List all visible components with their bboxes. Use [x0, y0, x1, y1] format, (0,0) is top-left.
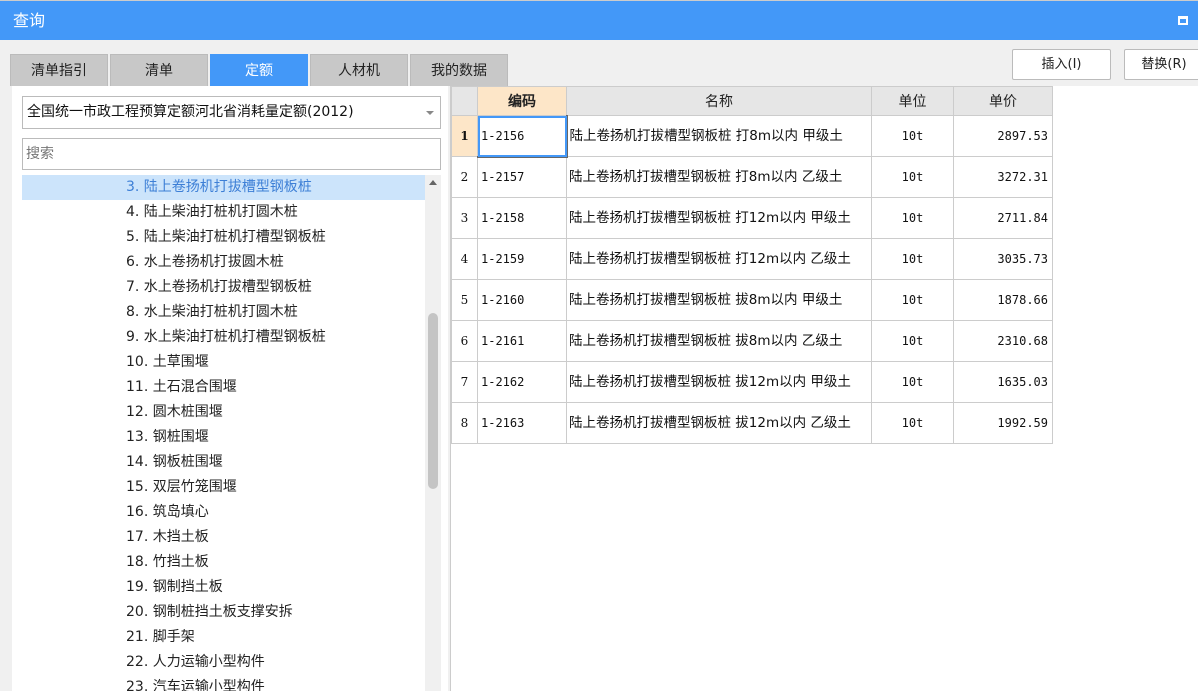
tab-2[interactable]: 定额: [210, 54, 308, 86]
tree-item[interactable]: 10. 土草围堰: [22, 350, 425, 375]
code-cell[interactable]: 1-2162: [477, 361, 567, 403]
unit-cell[interactable]: 10t: [871, 115, 954, 157]
row-number[interactable]: 4: [451, 238, 478, 280]
quota-library-value: 全国统一市政工程预算定额河北省消耗量定额(2012): [27, 104, 354, 120]
unit-cell[interactable]: 10t: [871, 238, 954, 280]
unit-cell[interactable]: 10t: [871, 279, 954, 321]
row-number[interactable]: 5: [451, 279, 478, 321]
table-row[interactable]: 4 1-2159 陆上卷扬机打拔槽型钢板桩 打12m以内 乙级土 10t 3035.73: [451, 238, 1053, 280]
header-code[interactable]: 编码: [477, 86, 567, 116]
tree-item[interactable]: 17. 木挡土板: [22, 525, 425, 550]
tree-item[interactable]: 9. 水上柴油打桩机打槽型钢板桩: [22, 325, 425, 350]
name-cell[interactable]: 陆上卷扬机打拔槽型钢板桩 打8m以内 乙级土: [566, 156, 872, 198]
tree-item[interactable]: 8. 水上柴油打桩机打圆木桩: [22, 300, 425, 325]
header-unit[interactable]: 单位: [871, 86, 954, 116]
chevron-down-icon: [426, 111, 434, 119]
price-cell[interactable]: 1878.66: [953, 279, 1053, 321]
name-cell[interactable]: 陆上卷扬机打拔槽型钢板桩 拔12m以内 甲级土: [566, 361, 872, 403]
table-row[interactable]: 6 1-2161 陆上卷扬机打拔槽型钢板桩 拔8m以内 乙级土 10t 2310.68: [451, 320, 1053, 362]
tree-item[interactable]: 21. 脚手架: [22, 625, 425, 650]
row-number[interactable]: 2: [451, 156, 478, 198]
scroll-up-icon[interactable]: [429, 180, 437, 185]
name-cell[interactable]: 陆上卷扬机打拔槽型钢板桩 打12m以内 乙级土: [566, 238, 872, 280]
search-input[interactable]: [22, 138, 441, 170]
price-cell[interactable]: 2711.84: [953, 197, 1053, 239]
code-cell[interactable]: 1-2158: [477, 197, 567, 239]
row-number[interactable]: 6: [451, 320, 478, 362]
chapter-tree: 3. 陆上卷扬机打拔槽型钢板桩 4. 陆上柴油打桩机打圆木桩 5. 陆上柴油打桩机打…: [22, 175, 425, 691]
tree-item[interactable]: 22. 人力运输小型构件: [22, 650, 425, 675]
name-cell[interactable]: 陆上卷扬机打拔槽型钢板桩 打12m以内 甲级土: [566, 197, 872, 239]
unit-cell[interactable]: 10t: [871, 320, 954, 362]
title-bar: 查询: [0, 0, 1198, 40]
insert-button[interactable]: 插入(I): [1012, 49, 1111, 80]
tree-item[interactable]: 11. 土石混合围堰: [22, 375, 425, 400]
row-number[interactable]: 7: [451, 361, 478, 403]
tree-item[interactable]: 19. 钢制挡土板: [22, 575, 425, 600]
tree-item[interactable]: 18. 竹挡土板: [22, 550, 425, 575]
replace-button[interactable]: 替换(R): [1124, 49, 1198, 80]
header-name[interactable]: 名称: [566, 86, 872, 116]
row-number[interactable]: 3: [451, 197, 478, 239]
tab-4[interactable]: 我的数据: [410, 54, 508, 86]
tree-item[interactable]: 15. 双层竹笼围堰: [22, 475, 425, 500]
tree-item[interactable]: 20. 钢制桩挡土板支撑安拆: [22, 600, 425, 625]
table-row[interactable]: 1 1-2156 陆上卷扬机打拔槽型钢板桩 打8m以内 甲级土 10t 2897.53: [451, 115, 1053, 158]
name-cell[interactable]: 陆上卷扬机打拔槽型钢板桩 打8m以内 甲级土: [566, 115, 872, 157]
table-row[interactable]: 3 1-2158 陆上卷扬机打拔槽型钢板桩 打12m以内 甲级土 10t 2711.84: [451, 197, 1053, 239]
tree-item[interactable]: 14. 钢板桩围堰: [22, 450, 425, 475]
code-cell[interactable]: 1-2159: [477, 238, 567, 280]
price-cell[interactable]: 3035.73: [953, 238, 1053, 280]
row-number[interactable]: 8: [451, 402, 478, 444]
price-cell[interactable]: 3272.31: [953, 156, 1053, 198]
tree-item[interactable]: 4. 陆上柴油打桩机打圆木桩: [22, 200, 425, 225]
unit-cell[interactable]: 10t: [871, 197, 954, 239]
name-cell[interactable]: 陆上卷扬机打拔槽型钢板桩 拔12m以内 乙级土: [566, 402, 872, 444]
tab-1[interactable]: 清单: [110, 54, 208, 86]
table-header: 编码 名称 单位 单价: [451, 86, 1053, 116]
tree-item[interactable]: 6. 水上卷扬机打拔圆木桩: [22, 250, 425, 275]
quota-table: 编码 名称 单位 单价 1 1-2156 陆上卷扬机打拔槽型钢板桩 打8m以内 甲级…: [450, 86, 1198, 691]
corner-cell: [451, 86, 478, 116]
name-cell[interactable]: 陆上卷扬机打拔槽型钢板桩 拔8m以内 乙级土: [566, 320, 872, 362]
price-cell[interactable]: 2897.53: [953, 115, 1053, 157]
tree-item[interactable]: 16. 筑岛填心: [22, 500, 425, 525]
tree-item[interactable]: 13. 钢桩围堰: [22, 425, 425, 450]
window-title: 查询: [13, 11, 46, 30]
unit-cell[interactable]: 10t: [871, 402, 954, 444]
price-cell[interactable]: 1992.59: [953, 402, 1053, 444]
code-cell[interactable]: 1-2163: [477, 402, 567, 444]
table-row[interactable]: 8 1-2163 陆上卷扬机打拔槽型钢板桩 拔12m以内 乙级土 10t 1992.59: [451, 402, 1053, 444]
code-cell[interactable]: 1-2161: [477, 320, 567, 362]
left-panel: 全国统一市政工程预算定额河北省消耗量定额(2012) 3. 陆上卷扬机打拔槽型钢…: [12, 86, 448, 691]
unit-cell[interactable]: 10t: [871, 156, 954, 198]
table-row[interactable]: 7 1-2162 陆上卷扬机打拔槽型钢板桩 拔12m以内 甲级土 10t 1635.03: [451, 361, 1053, 403]
table-row[interactable]: 2 1-2157 陆上卷扬机打拔槽型钢板桩 打8m以内 乙级土 10t 3272.31: [451, 156, 1053, 198]
quota-library-select[interactable]: 全国统一市政工程预算定额河北省消耗量定额(2012): [22, 96, 441, 129]
code-cell[interactable]: 1-2160: [477, 279, 567, 321]
name-cell[interactable]: 陆上卷扬机打拔槽型钢板桩 拔8m以内 甲级土: [566, 279, 872, 321]
tree-item[interactable]: 3. 陆上卷扬机打拔槽型钢板桩: [22, 175, 425, 200]
tab-0[interactable]: 清单指引: [10, 54, 108, 86]
row-number[interactable]: 1: [451, 115, 478, 157]
tab-3[interactable]: 人材机: [310, 54, 408, 86]
header-price[interactable]: 单价: [953, 86, 1053, 116]
table-row[interactable]: 5 1-2160 陆上卷扬机打拔槽型钢板桩 拔8m以内 甲级土 10t 1878.66: [451, 279, 1053, 321]
price-cell[interactable]: 1635.03: [953, 361, 1053, 403]
price-cell[interactable]: 2310.68: [953, 320, 1053, 362]
tree-item[interactable]: 12. 圆木桩围堰: [22, 400, 425, 425]
code-cell[interactable]: 1-2156: [477, 115, 568, 158]
tree-item[interactable]: 7. 水上卷扬机打拔槽型钢板桩: [22, 275, 425, 300]
maximize-icon[interactable]: [1178, 16, 1188, 25]
tree-item[interactable]: 23. 汽车运输小型构件: [22, 675, 425, 691]
scrollbar-thumb[interactable]: [428, 313, 438, 489]
scrollbar[interactable]: [425, 175, 441, 691]
unit-cell[interactable]: 10t: [871, 361, 954, 403]
code-cell[interactable]: 1-2157: [477, 156, 567, 198]
tree-item[interactable]: 5. 陆上柴油打桩机打槽型钢板桩: [22, 225, 425, 250]
